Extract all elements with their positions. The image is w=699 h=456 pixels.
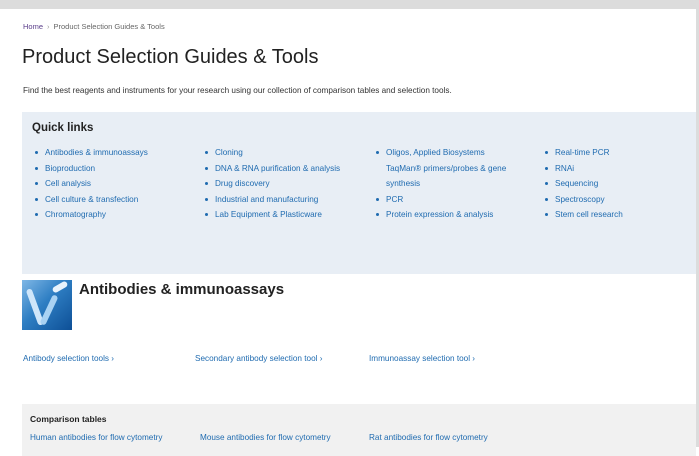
- quick-link-item[interactable]: Real-time PCR: [542, 145, 623, 161]
- quick-link-item[interactable]: Oligos, Applied Biosystems: [373, 145, 506, 161]
- breadcrumb: Home › Product Selection Guides & Tools: [23, 22, 165, 31]
- quick-link-item[interactable]: Cell culture & transfection: [32, 192, 148, 208]
- quick-link-item[interactable]: Spectroscopy: [542, 192, 623, 208]
- quick-link-item[interactable]: Cell analysis: [32, 176, 148, 192]
- comparison-tables-panel: Comparison tables Human antibodies for f…: [22, 404, 696, 456]
- quick-links-column-3: Oligos, Applied Biosystems TaqMan® prime…: [373, 145, 506, 223]
- immunoassay-tool-link[interactable]: Immunoassay selection tool ›: [369, 354, 475, 363]
- antibody-selection-tools-link[interactable]: Antibody selection tools ›: [23, 354, 114, 363]
- quick-link-item[interactable]: TaqMan® primers/probes & gene: [373, 161, 506, 177]
- quick-links-column-4: Real-time PCR RNAi Sequencing Spectrosco…: [542, 145, 623, 223]
- quick-link-item[interactable]: Sequencing: [542, 176, 623, 192]
- breadcrumb-separator: ›: [47, 22, 50, 31]
- quick-link-item[interactable]: Chromatography: [32, 207, 148, 223]
- quick-link-item[interactable]: Drug discovery: [202, 176, 340, 192]
- page-title: Product Selection Guides & Tools: [22, 46, 319, 68]
- quick-link-item[interactable]: PCR: [373, 192, 506, 208]
- secondary-antibody-tool-link[interactable]: Secondary antibody selection tool ›: [195, 354, 322, 363]
- comparison-link-human[interactable]: Human antibodies for flow cytometry: [30, 433, 162, 442]
- antibody-thumbnail-image: [22, 280, 72, 330]
- quick-link-item[interactable]: Bioproduction: [32, 161, 148, 177]
- quick-links-column-2: Cloning DNA & RNA purification & analysi…: [202, 145, 340, 223]
- quick-link-item[interactable]: Protein expression & analysis: [373, 207, 506, 223]
- intro-text: Find the best reagents and instruments f…: [23, 86, 452, 95]
- antibody-shape: [39, 294, 59, 326]
- antibody-shape: [51, 280, 69, 294]
- comparison-link-rat[interactable]: Rat antibodies for flow cytometry: [369, 433, 488, 442]
- quick-link-item[interactable]: RNAi: [542, 161, 623, 177]
- quick-links-heading: Quick links: [32, 122, 94, 134]
- comparison-link-mouse[interactable]: Mouse antibodies for flow cytometry: [200, 433, 331, 442]
- quick-link-item[interactable]: Antibodies & immunoassays: [32, 145, 148, 161]
- window-frame-top: [0, 0, 699, 9]
- quick-links-panel: Quick links Antibodies & immunoassays Bi…: [22, 112, 696, 274]
- quick-link-item[interactable]: DNA & RNA purification & analysis: [202, 161, 340, 177]
- quick-link-item[interactable]: Lab Equipment & Plasticware: [202, 207, 340, 223]
- quick-link-item[interactable]: Cloning: [202, 145, 340, 161]
- quick-links-column-1: Antibodies & immunoassays Bioproduction …: [32, 145, 148, 223]
- comparison-tables-heading: Comparison tables: [30, 414, 107, 424]
- section-title-antibodies: Antibodies & immunoassays: [79, 281, 285, 298]
- breadcrumb-home-link[interactable]: Home: [23, 22, 43, 31]
- quick-link-item[interactable]: synthesis: [373, 176, 506, 192]
- quick-link-item[interactable]: Stem cell research: [542, 207, 623, 223]
- breadcrumb-current: Product Selection Guides & Tools: [53, 22, 165, 31]
- quick-link-item[interactable]: Industrial and manufacturing: [202, 192, 340, 208]
